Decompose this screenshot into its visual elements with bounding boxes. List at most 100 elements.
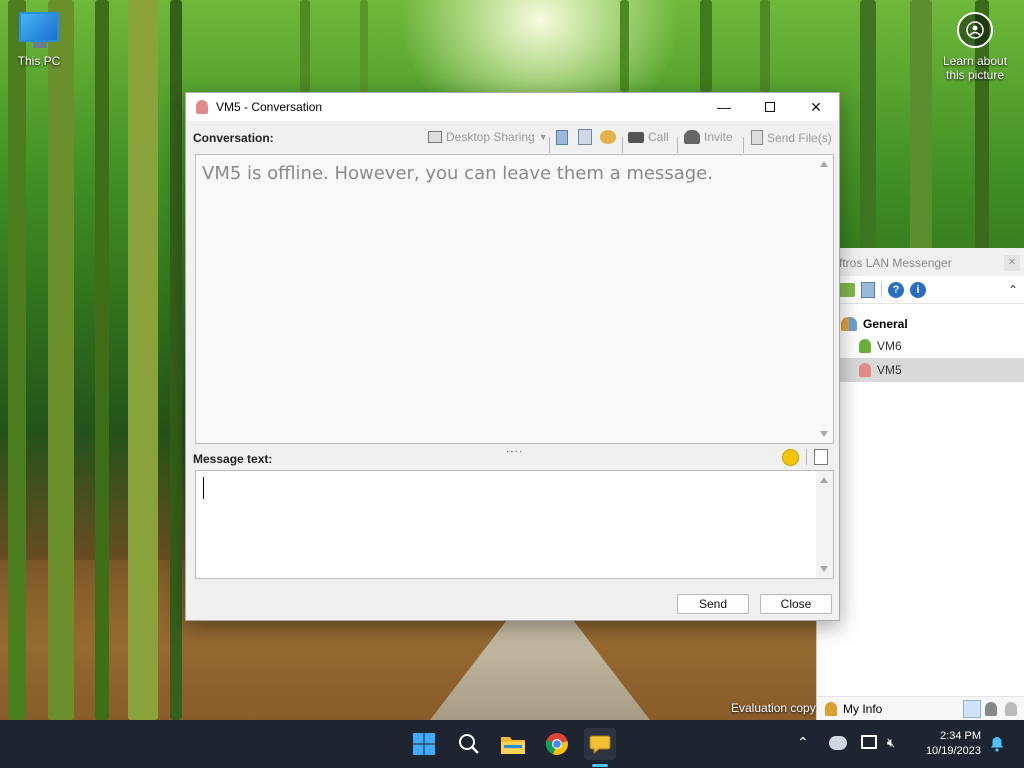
maximize-button[interactable] xyxy=(747,93,793,121)
learn-label-line1: Learn about xyxy=(942,54,1008,68)
help-icon[interactable]: ? xyxy=(888,281,904,298)
chevron-up-icon[interactable]: ⌃ xyxy=(797,734,809,751)
group-name: General xyxy=(863,317,908,331)
toolbar-separator xyxy=(743,137,744,153)
messenger-statusbar: My Info xyxy=(817,696,1024,720)
bamboo-stalk xyxy=(95,0,109,720)
onedrive-icon[interactable] xyxy=(829,736,847,750)
clock-time: 2:34 PM xyxy=(940,730,981,742)
scroll-down-icon[interactable] xyxy=(820,431,828,437)
bamboo-stalk xyxy=(700,0,712,92)
scroll-down-icon[interactable] xyxy=(820,566,828,572)
this-pc-desktop-icon[interactable]: This PC xyxy=(14,12,64,68)
font-edit-icon[interactable] xyxy=(814,449,828,465)
send-files-button[interactable]: Send File(s) xyxy=(751,130,832,145)
toolbar-separator xyxy=(677,137,678,153)
group-header[interactable]: General xyxy=(817,304,1024,334)
system-clock[interactable]: 2:34 PM 10/19/2023 xyxy=(926,729,981,759)
lan-messenger-taskbar-button[interactable] xyxy=(584,728,616,760)
history-icon[interactable] xyxy=(556,130,568,145)
splitter-handle[interactable]: ···· xyxy=(506,446,523,457)
bamboo-stalk xyxy=(760,0,770,92)
network-icon[interactable] xyxy=(861,735,877,749)
bamboo-stalk xyxy=(300,0,310,92)
bamboo-stalk xyxy=(48,0,74,720)
bamboo-stalk xyxy=(360,0,368,92)
chrome-icon xyxy=(545,733,568,755)
user-row-vm5[interactable]: VM5 xyxy=(817,358,1024,382)
messenger-main-window: ftros LAN Messenger ✕ ? i ⌃ General VM6 … xyxy=(816,248,1024,720)
messenger-close-button[interactable]: ✕ xyxy=(1004,255,1020,271)
history-icon[interactable] xyxy=(861,281,875,298)
this-pc-label: This PC xyxy=(17,54,61,68)
bamboo-stalk xyxy=(128,0,158,720)
close-button[interactable]: Close xyxy=(760,594,832,614)
evaluation-watermark: Evaluation copy xyxy=(731,701,816,715)
desktop-sharing-button[interactable]: Desktop Sharing ▼ xyxy=(428,130,548,144)
conversation-title: VM5 - Conversation xyxy=(216,100,323,114)
close-window-button[interactable]: ✕ xyxy=(793,93,839,121)
group-users-icon xyxy=(841,317,857,331)
clock-date: 10/19/2023 xyxy=(925,745,981,757)
chevron-up-icon[interactable]: ⌃ xyxy=(1008,283,1018,297)
file-explorer-button[interactable] xyxy=(497,728,529,760)
scroll-up-icon[interactable] xyxy=(820,477,828,483)
history-scrollbar[interactable] xyxy=(816,155,833,443)
user-online-icon xyxy=(859,339,871,353)
message-scrollbar[interactable] xyxy=(816,471,833,578)
send-file-icon xyxy=(751,130,763,145)
folder-icon[interactable] xyxy=(839,282,855,297)
active-indicator xyxy=(592,764,608,767)
status-busy-icon[interactable] xyxy=(985,701,997,716)
call-button[interactable]: Call xyxy=(628,130,669,144)
user-name: VM6 xyxy=(877,339,902,353)
chat-bubble-icon xyxy=(589,735,611,755)
start-button[interactable] xyxy=(408,728,440,760)
my-info-label[interactable]: My Info xyxy=(843,702,882,716)
status-away-icon[interactable] xyxy=(1005,701,1017,716)
user-offline-icon xyxy=(859,363,871,377)
messenger-title: ftros LAN Messenger xyxy=(839,256,952,270)
bamboo-stalk xyxy=(8,0,26,720)
desktop-sharing-icon xyxy=(428,131,442,143)
conversation-titlebar: VM5 - Conversation — ✕ xyxy=(186,93,839,121)
message-text-label: Message text: xyxy=(193,452,273,466)
messenger-toolbar: ? i ⌃ xyxy=(817,276,1024,304)
user-row-vm6[interactable]: VM6 xyxy=(817,334,1024,358)
toolbar-separator xyxy=(806,449,807,465)
bamboo-stalk xyxy=(170,0,182,720)
taskbar: ⌃ 🔇︎ 2:34 PM 10/19/2023 xyxy=(0,720,1024,768)
learn-label-line2: this picture xyxy=(945,68,1005,82)
minimize-button[interactable]: — xyxy=(701,93,747,121)
chrome-button[interactable] xyxy=(541,728,573,760)
bamboo-stalk xyxy=(620,0,629,92)
send-files-label: Send File(s) xyxy=(767,130,832,145)
emoticon-icon[interactable] xyxy=(782,449,799,466)
invite-button[interactable]: Invite xyxy=(684,130,733,144)
camera-icon xyxy=(628,131,644,143)
notification-bell-icon[interactable] xyxy=(990,736,1004,752)
settings-icon[interactable] xyxy=(600,130,616,144)
learn-about-picture[interactable]: Learn about this picture xyxy=(940,12,1010,82)
toolbar-separator xyxy=(622,137,623,153)
text-caret xyxy=(203,477,204,499)
user-offline-icon xyxy=(196,100,208,114)
send-button[interactable]: Send xyxy=(677,594,749,614)
message-input[interactable] xyxy=(195,470,834,579)
invite-users-icon xyxy=(684,130,700,144)
status-online-icon[interactable] xyxy=(963,699,981,718)
volume-muted-icon[interactable]: 🔇︎ xyxy=(887,735,895,751)
invite-label: Invite xyxy=(704,130,733,144)
offline-message: VM5 is offline. However, you can leave t… xyxy=(202,163,713,184)
folder-icon xyxy=(501,737,525,754)
info-icon[interactable]: i xyxy=(910,281,926,298)
search-button[interactable] xyxy=(453,728,485,760)
conversation-history[interactable]: VM5 is offline. However, you can leave t… xyxy=(195,154,834,444)
toolbar-separator xyxy=(549,137,550,153)
scroll-up-icon[interactable] xyxy=(820,161,828,167)
conversation-label: Conversation: xyxy=(193,131,274,145)
monitor-icon xyxy=(19,12,59,48)
desktop-sharing-label: Desktop Sharing xyxy=(446,130,535,144)
my-info-icon xyxy=(825,701,837,716)
transfer-icon[interactable] xyxy=(578,129,592,145)
